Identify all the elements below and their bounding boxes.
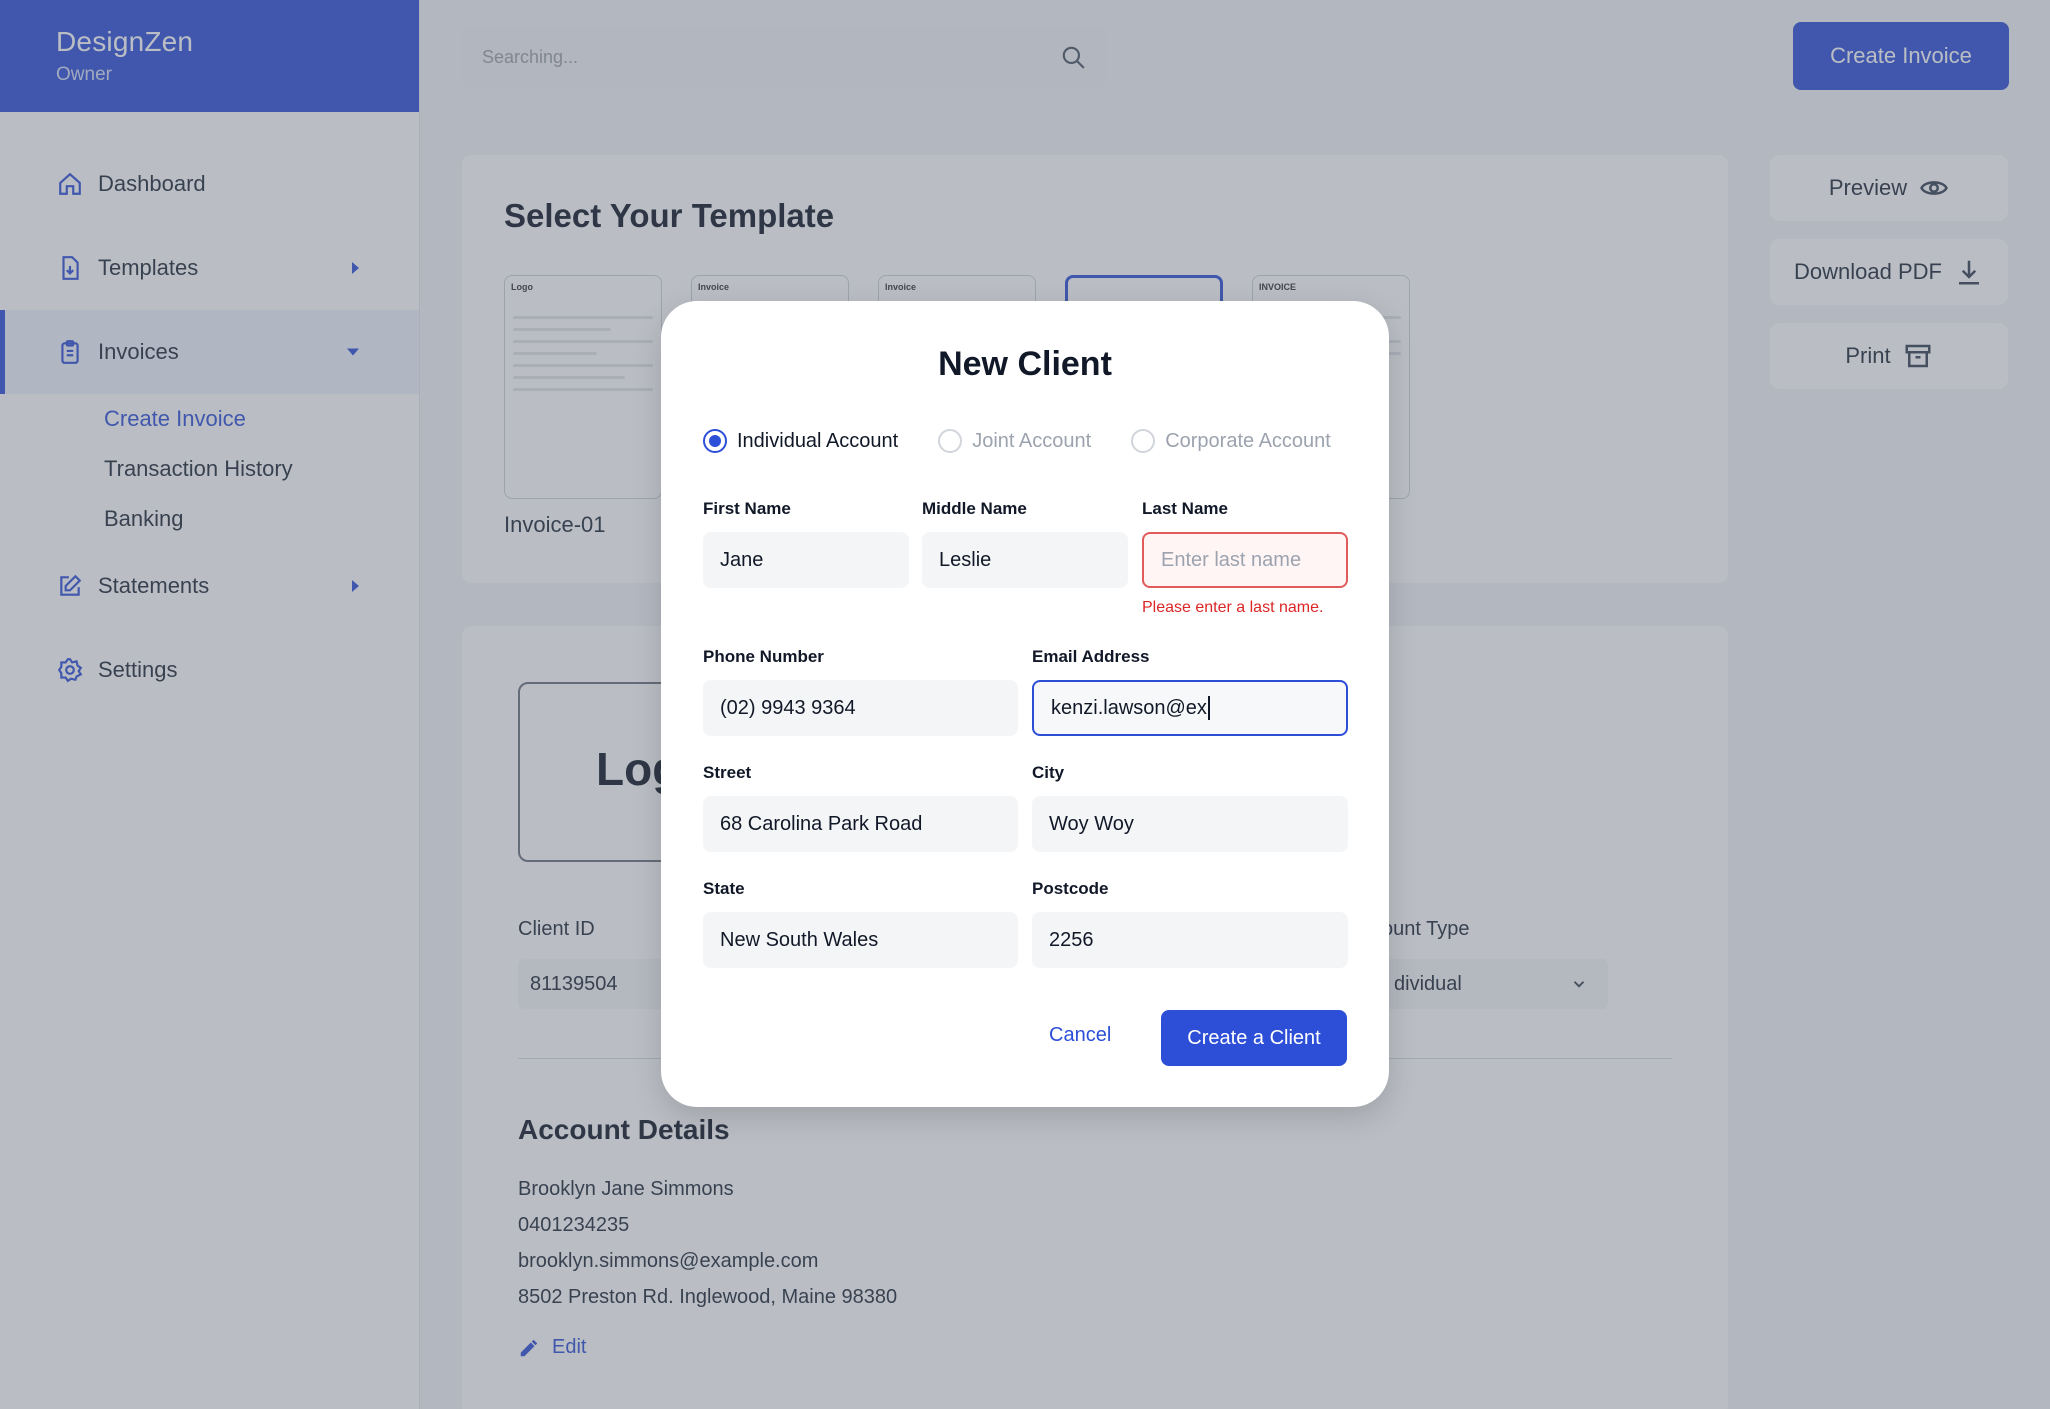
radio-individual-account[interactable]: Individual Account [703, 429, 898, 453]
radio-label: Individual Account [737, 429, 899, 452]
create-client-button[interactable]: Create a Client [1161, 1010, 1347, 1066]
city-label: City [1032, 763, 1065, 782]
street-field[interactable]: 68 Carolina Park Road [703, 796, 1018, 852]
modal-title: New Client [938, 345, 1112, 383]
radio-corporate-account[interactable]: Corporate Account [1131, 429, 1331, 453]
radio-empty-icon [1131, 429, 1156, 453]
city-field[interactable]: Woy Woy [1032, 796, 1348, 852]
text-cursor [1207, 696, 1210, 720]
radio-joint-account[interactable]: Joint Account [938, 429, 1091, 453]
first-name-label: First Name [703, 499, 791, 518]
state-label: State [703, 879, 745, 898]
last-name-label: Last Name [1142, 499, 1228, 518]
street-label: Street [703, 763, 752, 782]
middle-name-label: Middle Name [922, 499, 1027, 518]
radio-label: Joint Account [972, 429, 1092, 452]
postcode-field[interactable]: 2256 [1032, 912, 1348, 968]
state-field[interactable]: New South Wales [703, 912, 1018, 968]
last-name-field[interactable]: Enter last name [1142, 532, 1348, 588]
last-name-error: Please enter a last name. [1142, 599, 1324, 616]
cancel-button[interactable]: Cancel [1049, 1024, 1111, 1047]
new-client-modal: New Client Individual Account Joint Acco… [661, 301, 1389, 1107]
email-value: kenzi.lawson@ex [1051, 696, 1207, 719]
postcode-label: Postcode [1032, 879, 1109, 898]
phone-label: Phone Number [703, 647, 824, 666]
phone-field[interactable]: (02) 9943 9364 [703, 680, 1018, 736]
radio-selected-icon [703, 429, 727, 453]
first-name-field[interactable]: Jane [703, 532, 909, 588]
radio-empty-icon [938, 429, 963, 453]
email-field[interactable]: kenzi.lawson@ex [1032, 680, 1348, 736]
radio-label: Corporate Account [1165, 429, 1331, 452]
middle-name-field[interactable]: Leslie [922, 532, 1128, 588]
account-type-radio-group: Individual Account Joint Account Corpora… [703, 429, 1331, 453]
email-label: Email Address [1032, 647, 1150, 666]
